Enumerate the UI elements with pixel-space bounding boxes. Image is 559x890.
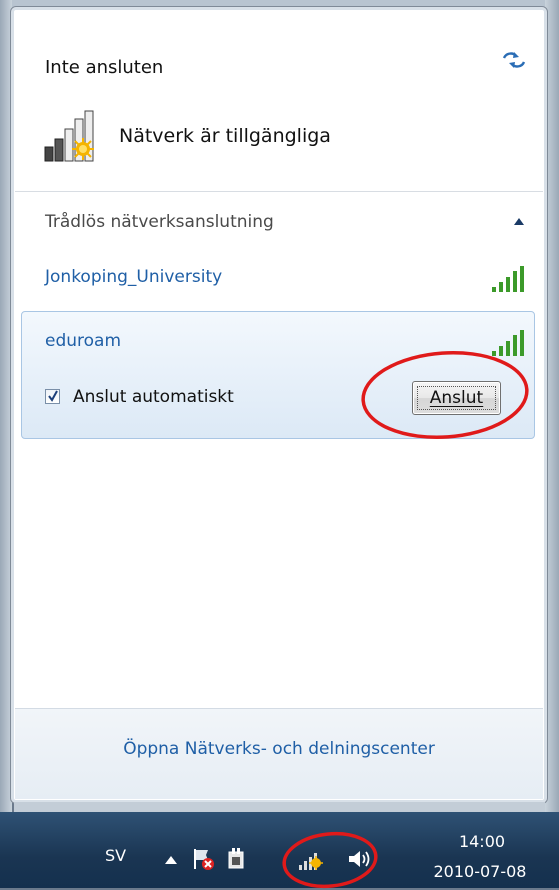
connect-button[interactable]: Anslut — [412, 381, 501, 415]
language-indicator[interactable]: SV — [105, 846, 126, 865]
wireless-available-icon[interactable] — [297, 846, 323, 872]
network-name: eduroam — [45, 331, 122, 351]
wireless-available-icon — [44, 110, 94, 162]
connection-status: Inte ansluten — [45, 57, 164, 78]
network-flyout: Inte ansluten Nätverk är tillgängliga Tr… — [10, 6, 548, 804]
network-item-eduroam-header[interactable]: eduroam — [15, 317, 543, 371]
signal-strength-icon — [492, 330, 524, 356]
divider — [15, 191, 543, 192]
action-center-flag-icon[interactable] — [190, 846, 216, 872]
auto-connect-checkbox[interactable] — [45, 389, 60, 404]
power-plug-icon[interactable] — [223, 846, 249, 872]
network-name: Jonkoping_University — [45, 267, 223, 287]
flyout-footer: Öppna Nätverks- och delningscenter — [15, 708, 543, 799]
chevron-up-icon[interactable] — [513, 217, 525, 227]
signal-strength-icon — [492, 266, 524, 292]
focus-rectangle — [417, 386, 496, 410]
open-network-center-link[interactable]: Öppna Nätverks- och delningscenter — [15, 739, 543, 759]
desktop-strip — [14, 802, 545, 812]
checkmark-icon — [48, 390, 58, 402]
auto-connect-label[interactable]: Anslut automatiskt — [73, 387, 234, 407]
show-hidden-icons-icon[interactable] — [165, 856, 177, 864]
clock-time[interactable]: 14:00 — [447, 832, 517, 851]
refresh-icon[interactable] — [501, 49, 527, 71]
speaker-icon[interactable] — [346, 846, 372, 872]
flyout-body: Inte ansluten Nätverk är tillgängliga Tr… — [15, 11, 543, 799]
section-header: Trådlös nätverksanslutning — [45, 212, 274, 232]
network-item-jonkoping[interactable]: Jonkoping_University — [15, 253, 543, 307]
clock-date[interactable]: 2010-07-08 — [420, 862, 540, 881]
networks-available-label: Nätverk är tillgängliga — [119, 125, 331, 147]
